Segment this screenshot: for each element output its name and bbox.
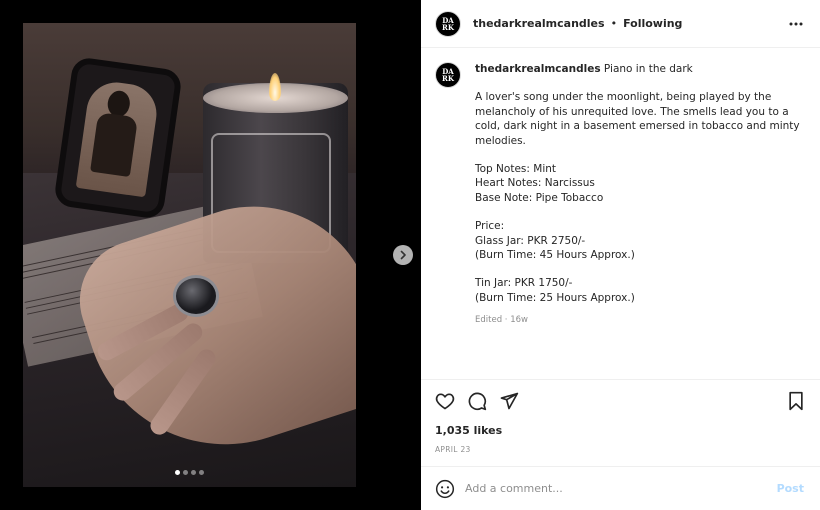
emoji-icon: [435, 479, 455, 498]
like-button[interactable]: [433, 389, 457, 413]
share-button[interactable]: [497, 389, 521, 413]
post-date: APRIL 23: [435, 445, 471, 454]
avatar-logo: DA RK: [442, 67, 454, 83]
more-horizontal-icon: [789, 22, 803, 25]
comment-button[interactable]: [465, 389, 489, 413]
heart-icon: [435, 393, 455, 410]
media-pane: [0, 0, 420, 510]
carousel-dots: [23, 470, 356, 475]
edited-label: Edited · 16w: [475, 315, 528, 326]
caption-title: Piano in the dark: [603, 63, 693, 75]
post-photo[interactable]: [23, 23, 356, 487]
more-options-button[interactable]: [786, 14, 806, 34]
avatar-logo: DA RK: [442, 15, 454, 32]
caption-username[interactable]: thedarkrealmcandles: [475, 63, 601, 75]
caption-paragraph: A lover's song under the moonlight, bein…: [475, 91, 800, 147]
chevron-right-icon: [400, 250, 406, 260]
post-side-panel: DA RK thedarkrealmcandles • Following DA…: [421, 0, 820, 510]
caption: DA RK thedarkrealmcandles Piano in the d…: [435, 62, 806, 328]
username-link[interactable]: thedarkrealmcandles: [473, 17, 605, 30]
caption-avatar[interactable]: DA RK: [435, 62, 461, 88]
caption-paragraph: Tin Jar: PKR 1750/- (Burn Time: 25 Hours…: [475, 277, 635, 304]
carousel-dot: [183, 470, 188, 475]
carousel-dot: [191, 470, 196, 475]
ring: [173, 275, 219, 317]
separator-dot: •: [610, 17, 618, 30]
save-button[interactable]: [784, 389, 808, 413]
add-comment-bar: Post: [421, 466, 820, 510]
caption-paragraph: Top Notes: Mint Heart Notes: Narcissus B…: [475, 163, 604, 204]
post-actions: 1,035 likes APRIL 23: [421, 379, 820, 454]
post-header: DA RK thedarkrealmcandles • Following: [421, 0, 820, 48]
bookmark-icon: [789, 391, 803, 411]
post-comment-button[interactable]: Post: [773, 482, 808, 495]
avatar[interactable]: DA RK: [435, 10, 461, 37]
caption-body: thedarkrealmcandles Piano in the dark A …: [475, 62, 805, 328]
picture-frame: [53, 56, 183, 220]
send-icon: [500, 392, 519, 410]
following-button[interactable]: Following: [623, 17, 682, 30]
likes-count[interactable]: 1,035 likes: [421, 422, 820, 439]
comment-input[interactable]: [465, 482, 773, 495]
action-icons: [421, 380, 820, 422]
next-slide-button[interactable]: [393, 245, 413, 265]
comment-icon: [468, 392, 487, 411]
carousel-dot: [175, 470, 180, 475]
carousel-dot: [199, 470, 204, 475]
comments-area: DA RK thedarkrealmcandles Piano in the d…: [421, 48, 820, 378]
emoji-button[interactable]: [433, 477, 457, 501]
caption-paragraph: Price: Glass Jar: PKR 2750/- (Burn Time:…: [475, 220, 635, 262]
